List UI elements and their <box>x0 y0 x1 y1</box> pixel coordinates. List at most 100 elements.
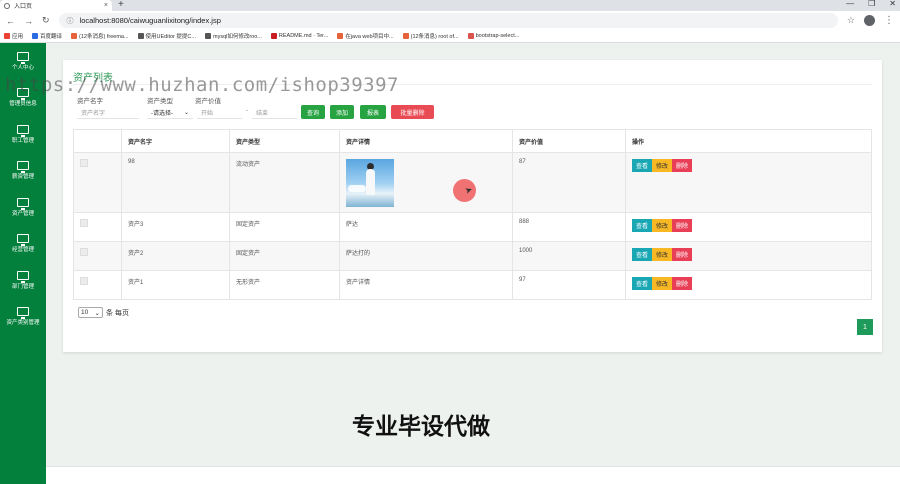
browser-tab-bar: 入口页 × + — ❐ ✕ <box>0 0 900 11</box>
actions-cell: 查看 修改 删除 <box>625 241 872 271</box>
per-page-label: 条 每页 <box>106 309 129 317</box>
sidebar-item-label: 管理员信息 <box>9 101 37 108</box>
bookmark-item[interactable]: README.md · Ter... <box>270 33 328 39</box>
sidebar-item[interactable]: 薪资管理 <box>0 153 46 190</box>
page-1-button[interactable]: 1 <box>857 319 873 335</box>
bookmark-item[interactable]: 百度翻译 <box>32 32 62 40</box>
table-header-row: 资产名字 资产类型 资产详情 资产价值 操作 <box>73 129 872 153</box>
menu-kebab-icon[interactable]: ⋮ <box>884 15 894 26</box>
bookmark-label: mysql如何修改roo... <box>212 34 262 40</box>
footer-bar <box>46 466 900 484</box>
sidebar-item-label: 个人中心 <box>11 64 34 71</box>
new-tab-button[interactable]: + <box>118 0 124 10</box>
edit-button[interactable]: 修改 <box>652 159 673 172</box>
asset-type-value: -请选择- <box>151 110 173 117</box>
bookmark-favicon-icon <box>270 33 277 39</box>
back-icon[interactable]: ← <box>6 16 15 26</box>
apps-grid-icon <box>4 33 10 39</box>
view-button[interactable]: 查看 <box>632 277 653 290</box>
maximize-icon[interactable]: ❐ <box>868 0 875 8</box>
header-asset-type: 资产类型 <box>229 129 340 153</box>
sidebar: 个人中心管理员信息职工管理 薪资管理资产管理经营管理部门管理资产类别管理 <box>0 43 46 484</box>
view-button[interactable]: 查看 <box>632 219 653 232</box>
batch-delete-button[interactable]: 批量删除 <box>391 105 434 119</box>
search-button[interactable]: 查询 <box>301 105 325 119</box>
edit-button[interactable]: 修改 <box>652 277 673 290</box>
asset-type-select[interactable]: -请选择- ⌄ <box>147 106 193 119</box>
header-asset-detail: 资产详情 <box>339 129 513 153</box>
edit-button[interactable]: 修改 <box>652 219 673 232</box>
row-checkbox[interactable] <box>80 248 88 256</box>
sidebar-item[interactable]: 职工管理 <box>0 116 46 153</box>
bookmark-label: 应用 <box>12 34 24 40</box>
bookmark-label: (12条消息) root of... <box>410 34 459 40</box>
row-checkbox[interactable] <box>80 277 88 285</box>
bookmark-star-icon[interactable]: ☆ <box>847 15 855 26</box>
row-checkbox[interactable] <box>80 219 88 227</box>
bookmark-item[interactable]: (12条消息) root of... <box>402 32 459 40</box>
sidebar-item-label: 经营管理 <box>11 247 34 254</box>
sidebar-item[interactable]: 资产类别管理 <box>0 299 46 336</box>
watermark-url: https://www.huzhan.com/ishop39397 <box>5 74 399 96</box>
bookmark-item[interactable]: bootstrap-select... <box>467 33 520 39</box>
edit-button[interactable]: 修改 <box>652 248 673 261</box>
add-button[interactable]: 添加 <box>330 105 354 119</box>
asset-detail-text: 萨达打的 <box>346 251 371 257</box>
asset-name-cell: 资产3 <box>121 212 230 242</box>
bookmark-item[interactable]: 应用 <box>4 32 23 40</box>
url-field[interactable]: ⓘ localhost:8080/caiwuguanlixitong/index… <box>58 13 838 28</box>
close-window-icon[interactable]: ✕ <box>889 0 896 8</box>
header-select <box>73 129 122 153</box>
bookmark-label: bootstrap-select... <box>475 33 520 39</box>
chevron-down-icon: ⌄ <box>94 309 100 317</box>
bookmark-item[interactable]: 使用UEditor 提提C... <box>137 32 196 40</box>
delete-button[interactable]: 删除 <box>672 277 693 290</box>
asset-detail-text: 萨达 <box>346 222 359 228</box>
delete-button[interactable]: 删除 <box>672 219 693 232</box>
view-button[interactable]: 查看 <box>632 159 653 172</box>
bookmark-item[interactable]: (12条消息) freema... <box>71 32 129 40</box>
actions-cell: 查看 修改 删除 <box>625 270 872 300</box>
report-button[interactable]: 报表 <box>360 105 386 119</box>
header-asset-name: 资产名字 <box>121 129 230 153</box>
delete-button[interactable]: 删除 <box>672 159 693 172</box>
browser-tab[interactable]: 入口页 × <box>0 0 112 11</box>
asset-table: 资产名字 资产类型 资产详情 资产价值 操作 98 流动资产 87 查看 修改 删除 资产3… <box>73 129 872 300</box>
asset-value-label: 资产价值 <box>195 98 221 105</box>
asset-name-label: 资产名字 <box>77 98 103 105</box>
tab-close-icon[interactable]: × <box>104 2 108 9</box>
sidebar-item-label: 资产管理 <box>11 210 34 217</box>
profile-avatar-icon[interactable] <box>864 15 875 26</box>
table-row: 资产2 固定资产 萨达打的 1000 查看 修改 删除 <box>73 241 872 271</box>
value-end-input[interactable]: 结束 <box>252 106 297 119</box>
asset-name-cell: 资产2 <box>121 241 230 271</box>
asset-value-cell: 87 <box>512 152 626 213</box>
asset-type-label: 资产类型 <box>147 98 173 105</box>
bookmark-favicon-icon <box>204 33 211 39</box>
asset-name-input[interactable]: 资产名字 <box>77 106 139 119</box>
bookmark-item[interactable]: 在java web项目中... <box>337 32 394 40</box>
sidebar-item[interactable]: 部门管理 <box>0 262 46 299</box>
row-checkbox[interactable] <box>80 159 88 167</box>
asset-list-panel: 资产列表 资产名字 资产类型 资产价值 资产名字 -请选择- ⌄ 开始 - 结束… <box>63 60 882 352</box>
asset-image <box>346 159 394 207</box>
value-start-input[interactable]: 开始 <box>197 106 242 119</box>
delete-button[interactable]: 删除 <box>672 248 693 261</box>
sidebar-item[interactable]: 经营管理 <box>0 226 46 263</box>
sidebar-item-label: 资产类别管理 <box>6 320 40 327</box>
row-select-cell <box>73 241 122 271</box>
sidebar-item[interactable]: 资产管理 <box>0 189 46 226</box>
bookmark-favicon-icon <box>71 33 78 39</box>
view-button[interactable]: 查看 <box>632 248 653 261</box>
asset-value-cell: 1000 <box>512 241 626 271</box>
url-text: localhost:8080/caiwuguanlixitong/index.j… <box>79 16 221 25</box>
bookmark-item[interactable]: mysql如何修改roo... <box>204 32 262 40</box>
minimize-icon[interactable]: — <box>846 0 854 8</box>
row-select-cell <box>73 152 122 213</box>
table-row: 资产3 固定资产 萨达 888 查看 修改 删除 <box>73 212 872 242</box>
reload-icon[interactable]: ↻ <box>42 15 50 26</box>
header-asset-value: 资产价值 <box>512 129 626 153</box>
page-size-select[interactable]: 10 ⌄ <box>78 307 103 318</box>
info-icon[interactable]: ⓘ <box>67 16 74 26</box>
forward-icon[interactable]: → <box>24 16 33 26</box>
